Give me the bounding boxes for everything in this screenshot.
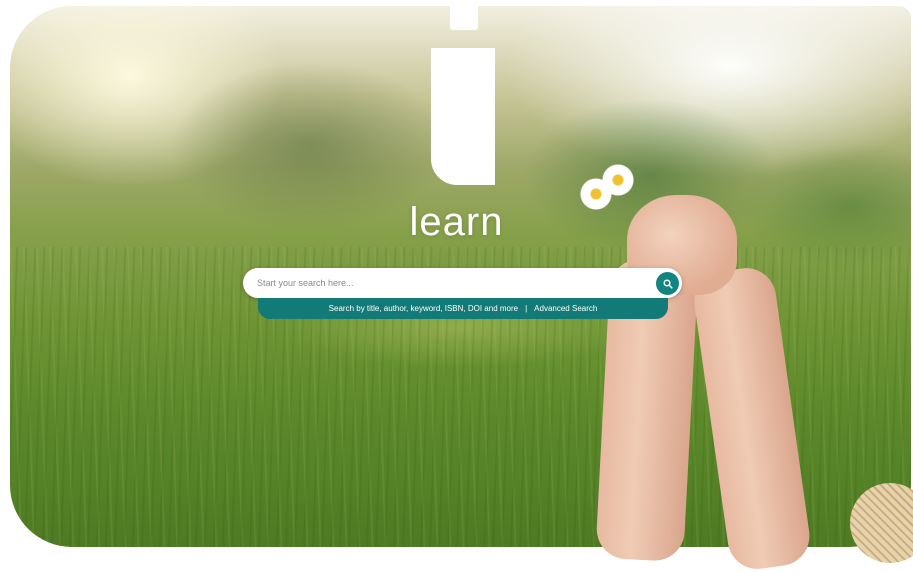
search-hint-text: Search by title, author, keyword, ISBN, … (328, 304, 519, 313)
search-icon (662, 278, 673, 289)
hint-separator: | (525, 304, 528, 313)
search-button[interactable] (656, 272, 679, 295)
search-input[interactable] (257, 268, 637, 298)
search-hint-strip: Search by title, author, keyword, ISBN, … (258, 298, 668, 319)
search-bar (243, 268, 682, 298)
logo-mark-dot (450, 2, 478, 30)
logo-wordmark: learn (409, 200, 504, 244)
advanced-search-link[interactable]: Advanced Search (534, 304, 597, 313)
logo-mark-stem (431, 48, 495, 185)
